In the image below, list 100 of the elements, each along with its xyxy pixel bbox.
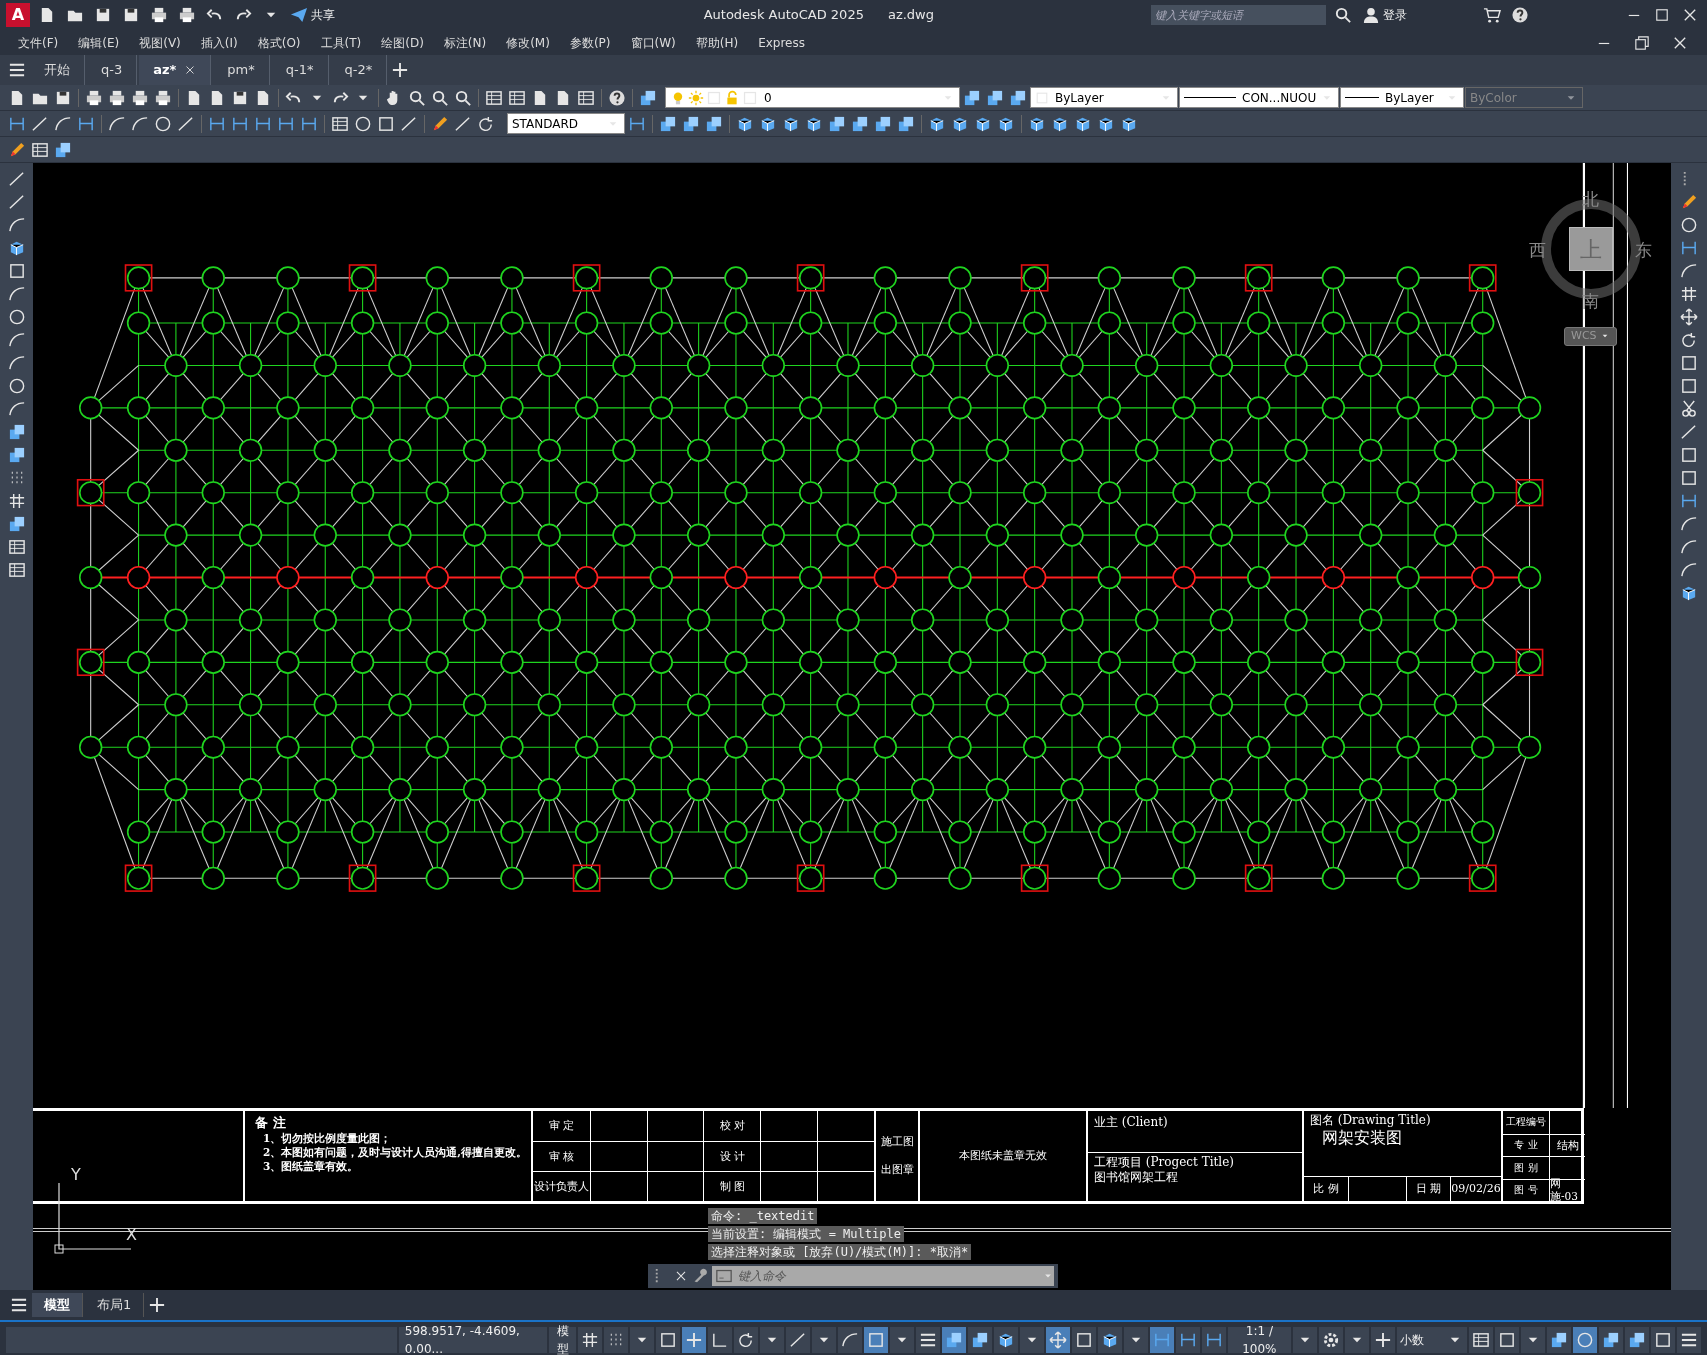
menu-item[interactable]: 修改(M)	[496, 31, 560, 54]
layout-tab[interactable]: 模型	[32, 1293, 83, 1317]
arc-icon[interactable]	[1680, 515, 1698, 533]
search-field[interactable]: 键入关键字或短语	[1151, 5, 1326, 25]
magnifier-icon[interactable]	[454, 88, 472, 107]
grid-icon[interactable]	[7, 492, 26, 510]
circle-icon[interactable]	[7, 377, 26, 395]
printer-icon[interactable]	[150, 6, 168, 24]
cart-icon[interactable]	[1483, 6, 1501, 24]
square-icon[interactable]	[377, 114, 395, 133]
maximize-icon[interactable]	[1653, 6, 1671, 24]
stacked-squares-icon[interactable]	[7, 423, 26, 441]
arc-icon[interactable]	[7, 216, 26, 234]
arc-icon[interactable]	[7, 400, 26, 418]
line-icon[interactable]	[177, 114, 195, 133]
stacked-squares-icon[interactable]	[639, 88, 657, 107]
square-icon[interactable]	[659, 1331, 678, 1349]
linetype-dropdown[interactable]: CON...NUOU	[1179, 87, 1339, 108]
arc-icon[interactable]	[131, 114, 149, 133]
stacked-squares-icon[interactable]	[1602, 1331, 1620, 1349]
magnifier-icon[interactable]	[408, 88, 426, 107]
stacked-squares-icon[interactable]	[897, 114, 915, 133]
arc-icon[interactable]	[108, 114, 126, 133]
menu-item[interactable]: 绘图(D)	[371, 31, 434, 54]
square-icon[interactable]	[867, 1331, 886, 1349]
layer-dropdown[interactable]: 0	[665, 87, 960, 108]
square-icon[interactable]	[1680, 354, 1698, 372]
circle-icon[interactable]	[7, 308, 26, 326]
square-icon[interactable]	[1680, 377, 1698, 395]
stacked-squares-icon[interactable]	[54, 140, 72, 159]
settings-icon[interactable]	[1321, 1331, 1340, 1349]
line-icon[interactable]	[400, 114, 418, 133]
line-icon[interactable]	[454, 114, 472, 133]
stacked-squares-icon[interactable]	[1009, 88, 1027, 107]
arc-icon[interactable]	[1680, 262, 1698, 280]
share-button[interactable]: 共享	[288, 5, 337, 25]
printer-icon[interactable]	[131, 88, 149, 107]
menu-item[interactable]: 视图(V)	[129, 31, 191, 54]
square-icon[interactable]	[1075, 1331, 1094, 1349]
cube-icon[interactable]	[1680, 584, 1698, 602]
table-icon[interactable]	[31, 140, 49, 159]
menu-item[interactable]: 编辑(E)	[68, 31, 130, 54]
arc-icon[interactable]	[7, 285, 26, 303]
circle-icon[interactable]	[354, 114, 372, 133]
app-logo[interactable]: A	[6, 3, 30, 27]
units-dropdown[interactable]: 小数	[1396, 1327, 1467, 1353]
rotate-icon[interactable]	[1680, 331, 1698, 349]
circle-icon[interactable]	[1576, 1331, 1594, 1349]
plus-icon[interactable]	[148, 1296, 167, 1314]
square-icon[interactable]	[7, 262, 26, 280]
stacked-squares-icon[interactable]	[851, 114, 869, 133]
printer-icon[interactable]	[85, 88, 103, 107]
arc-icon[interactable]	[7, 354, 26, 372]
printer-icon[interactable]	[108, 88, 126, 107]
square-icon[interactable]	[1498, 1331, 1516, 1349]
menu-item[interactable]: 文件(F)	[8, 31, 69, 54]
menu-item[interactable]: Express	[748, 31, 815, 54]
stacked-squares-icon[interactable]	[1628, 1331, 1646, 1349]
table-icon[interactable]	[331, 114, 349, 133]
help-icon[interactable]	[1511, 6, 1529, 24]
wrench-icon[interactable]	[692, 1268, 708, 1284]
scissors-icon[interactable]	[1680, 400, 1698, 418]
menu-item[interactable]: 工具(T)	[310, 31, 372, 54]
menu-item[interactable]: 帮助(H)	[685, 31, 749, 54]
line-icon[interactable]	[31, 114, 49, 133]
dimension-icon[interactable]	[1680, 239, 1698, 257]
circle-icon[interactable]	[154, 114, 172, 133]
circle-icon[interactable]	[1680, 216, 1698, 234]
menu-icon[interactable]	[1680, 1331, 1698, 1349]
table-icon[interactable]	[485, 88, 503, 107]
menu-item[interactable]: 窗口(W)	[620, 31, 686, 54]
arc-icon[interactable]	[54, 114, 72, 133]
square-icon[interactable]	[1680, 446, 1698, 464]
compass-direction[interactable]: 西	[1529, 238, 1546, 264]
stacked-squares-icon[interactable]	[1550, 1331, 1568, 1349]
table-icon[interactable]	[1472, 1331, 1490, 1349]
pencil-icon[interactable]	[1680, 193, 1698, 211]
square-icon[interactable]	[1654, 1331, 1672, 1349]
document-tab[interactable]: az*	[139, 55, 212, 85]
menu-item[interactable]: 插入(I)	[190, 31, 248, 54]
login-button[interactable]: 登录	[1360, 5, 1409, 25]
move-arrows-icon[interactable]	[1049, 1331, 1068, 1349]
arc-icon[interactable]	[1680, 561, 1698, 579]
arc-icon[interactable]	[1680, 538, 1698, 556]
menu-item[interactable]: 标注(N)	[433, 31, 497, 54]
terminal-icon[interactable]	[716, 1268, 732, 1284]
table-icon[interactable]	[7, 538, 26, 556]
grid-icon[interactable]	[1680, 285, 1698, 303]
color-dropdown[interactable]: ByLayer	[1030, 87, 1178, 108]
magnifier-icon[interactable]	[431, 88, 449, 107]
printer-icon[interactable]	[178, 6, 196, 24]
stacked-squares-icon[interactable]	[682, 114, 700, 133]
stacked-squares-icon[interactable]	[828, 114, 846, 133]
menu-icon[interactable]	[919, 1331, 938, 1349]
arc-icon[interactable]	[7, 331, 26, 349]
table-icon[interactable]	[7, 561, 26, 579]
close-icon[interactable]	[674, 1269, 688, 1283]
dimension-icon[interactable]	[1680, 492, 1698, 510]
layout-tab[interactable]: 布局1	[85, 1293, 145, 1317]
restore-icon[interactable]	[1633, 33, 1651, 52]
